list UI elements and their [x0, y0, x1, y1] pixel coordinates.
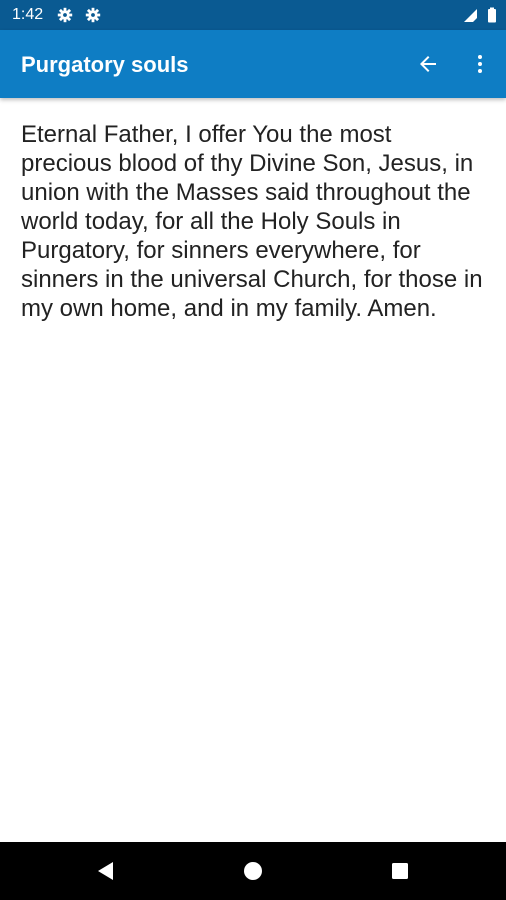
nav-back-button[interactable]: [85, 851, 125, 891]
settings-gear-icon: [57, 7, 73, 23]
back-triangle-icon: [98, 862, 113, 880]
back-arrow-icon: [420, 56, 436, 72]
more-vert-icon: [478, 55, 482, 73]
overflow-menu-button[interactable]: [456, 40, 504, 88]
app-bar: Purgatory souls: [0, 30, 506, 98]
home-circle-icon: [244, 862, 262, 880]
nav-recents-button[interactable]: [380, 851, 420, 891]
recents-square-icon: [392, 863, 408, 879]
nav-home-button[interactable]: [233, 851, 273, 891]
back-button[interactable]: [404, 40, 452, 88]
settings-gear-icon: [85, 7, 101, 23]
page-title: Purgatory souls: [21, 52, 189, 77]
prayer-text: Eternal Father, I offer You the most pre…: [21, 121, 483, 322]
signal-icon: [462, 7, 478, 23]
status-bar: 1:42: [0, 0, 506, 30]
system-nav-bar: [0, 842, 506, 900]
status-time: 1:42: [12, 6, 44, 23]
battery-icon: [484, 7, 500, 23]
